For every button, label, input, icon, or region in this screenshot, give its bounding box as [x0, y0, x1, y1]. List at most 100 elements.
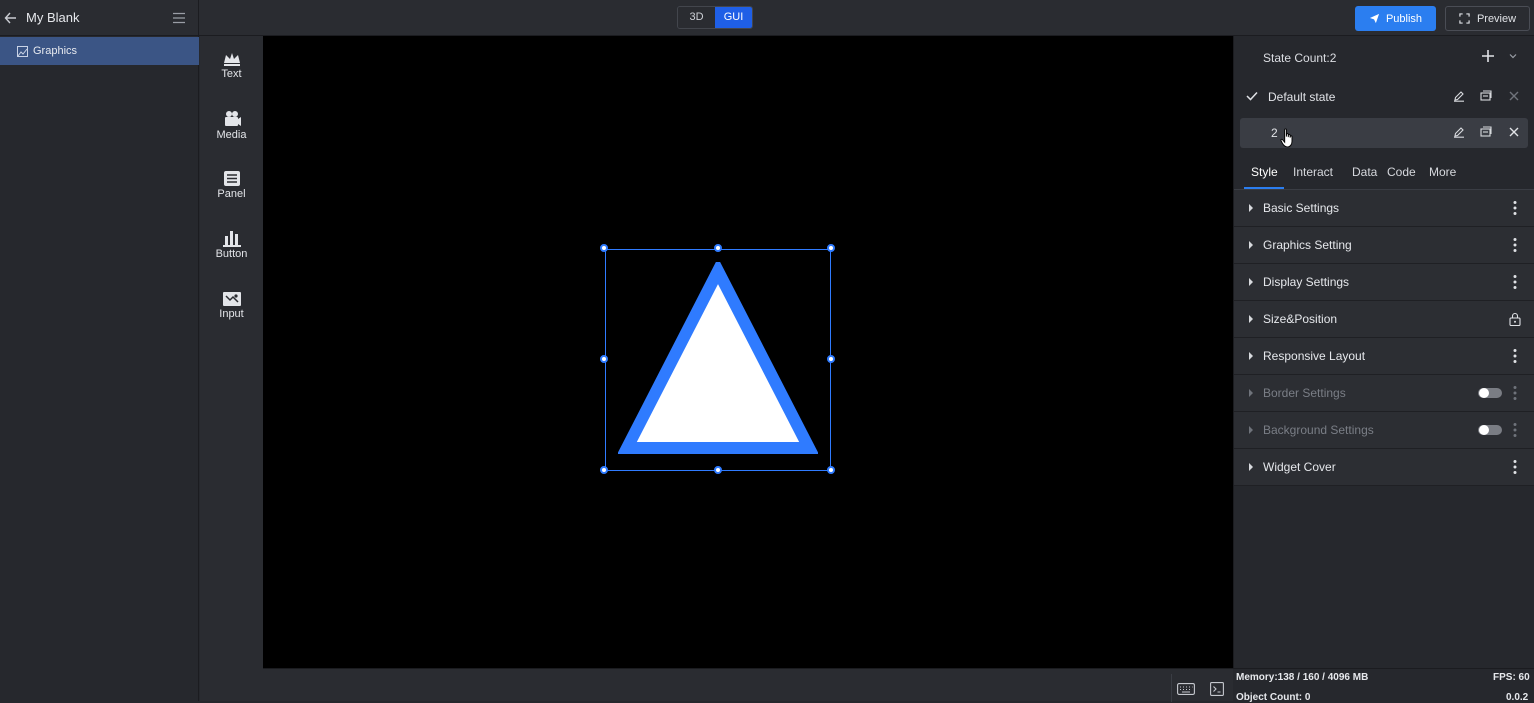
tree-item-label: Graphics — [33, 45, 78, 57]
stats-bar: Memory:138 / 160 / 4096 MB FPS: 60 Objec… — [1233, 668, 1534, 703]
resize-handle-left[interactable] — [600, 355, 608, 363]
tab-data[interactable]: Data — [1352, 165, 1377, 179]
palette-item-panel[interactable]: Panel — [200, 170, 263, 220]
section-label: Border Settings — [1263, 386, 1346, 400]
section-border-settings[interactable]: Border Settings — [1234, 375, 1534, 412]
more-vertical-icon[interactable] — [1513, 422, 1517, 438]
resize-handle-bottom-right[interactable] — [827, 466, 835, 474]
state-name: 2 — [1271, 126, 1278, 140]
resize-handle-bottom-left[interactable] — [600, 466, 608, 474]
caret-right-icon — [1249, 278, 1253, 286]
more-vertical-icon[interactable] — [1513, 459, 1517, 475]
resize-handle-top-left[interactable] — [600, 244, 608, 252]
more-vertical-icon[interactable] — [1513, 385, 1517, 401]
mode-gui-button[interactable]: GUI — [715, 7, 752, 28]
publish-label: Publish — [1385, 12, 1423, 25]
delete-icon[interactable] — [1508, 90, 1520, 102]
palette-label: Input — [219, 308, 244, 320]
tab-style[interactable]: Style — [1251, 165, 1278, 179]
mode-toggle: 3D GUI — [677, 6, 753, 29]
palette-item-text[interactable]: Text — [200, 51, 263, 101]
section-basic-settings[interactable]: Basic Settings — [1234, 190, 1534, 227]
section-label: Size&Position — [1263, 312, 1338, 326]
object-count-readout: Object Count: 0 — [1236, 692, 1311, 703]
more-vertical-icon[interactable] — [1513, 274, 1517, 290]
state-row-2[interactable]: 2 — [1240, 118, 1528, 148]
section-display-settings[interactable]: Display Settings — [1234, 264, 1534, 301]
palette-item-button[interactable]: Button — [200, 230, 263, 280]
design-canvas[interactable] — [263, 36, 1233, 668]
panel-widget-icon — [223, 171, 240, 186]
more-vertical-icon[interactable] — [1513, 237, 1517, 253]
delete-icon[interactable] — [1508, 126, 1520, 138]
property-tabs: Style Interact Data Code More — [1234, 154, 1534, 190]
settings-sections: Basic Settings Graphics Setting Display … — [1234, 190, 1534, 486]
fullscreen-icon — [1459, 13, 1470, 24]
state-row-default[interactable]: Default state — [1240, 82, 1528, 112]
caret-right-icon — [1249, 426, 1253, 434]
app-title: My Blank — [26, 10, 80, 25]
section-label: Graphics Setting — [1263, 238, 1352, 252]
section-responsive-layout[interactable]: Responsive Layout — [1234, 338, 1534, 375]
palette-item-input[interactable]: Input — [200, 290, 263, 340]
section-size-position[interactable]: Size&Position — [1234, 301, 1534, 338]
send-icon — [1369, 13, 1380, 24]
canvas-status-bar — [263, 668, 1233, 702]
triangle-graphic[interactable] — [618, 262, 818, 458]
caret-right-icon — [1249, 204, 1253, 212]
text-widget-icon — [223, 53, 240, 66]
media-widget-icon — [224, 111, 241, 126]
more-vertical-icon[interactable] — [1513, 200, 1517, 216]
back-arrow-icon[interactable] — [4, 10, 18, 26]
add-state-icon[interactable] — [1481, 49, 1495, 63]
memory-readout: Memory:138 / 160 / 4096 MB — [1236, 672, 1369, 683]
background-toggle-switch[interactable] — [1478, 425, 1502, 435]
more-vertical-icon[interactable] — [1513, 348, 1517, 364]
section-label: Basic Settings — [1263, 201, 1340, 215]
lock-icon[interactable] — [1509, 312, 1521, 326]
section-background-settings[interactable]: Background Settings — [1234, 412, 1534, 449]
preview-label: Preview — [1476, 12, 1517, 25]
terminal-icon[interactable] — [1210, 682, 1224, 696]
resize-handle-top[interactable] — [714, 244, 722, 252]
state-name: Default state — [1268, 90, 1336, 104]
version-readout: 0.0.2 — [1506, 692, 1529, 703]
resize-handle-top-right[interactable] — [827, 244, 835, 252]
caret-right-icon — [1249, 389, 1253, 397]
graphics-icon — [17, 45, 28, 57]
property-panel: State Count:2 Default state 2 Style Inte… — [1233, 36, 1534, 668]
divider — [198, 0, 199, 36]
active-tab-indicator — [1244, 187, 1284, 189]
tab-interact[interactable]: Interact — [1293, 165, 1333, 179]
top-bar: My Blank 3D GUI Publish Preview — [0, 0, 1534, 36]
preview-button[interactable]: Preview — [1445, 6, 1530, 31]
section-graphics-setting[interactable]: Graphics Setting — [1234, 227, 1534, 264]
section-widget-cover[interactable]: Widget Cover — [1234, 449, 1534, 486]
keyboard-icon[interactable] — [1177, 683, 1195, 695]
chevron-down-icon[interactable] — [1508, 52, 1518, 60]
hamburger-menu-icon[interactable] — [172, 11, 186, 25]
widget-palette: Text Media Panel Button Input — [200, 36, 263, 701]
state-header: State Count:2 — [1234, 36, 1534, 78]
palette-label: Media — [216, 129, 247, 141]
border-toggle-switch[interactable] — [1478, 388, 1502, 398]
layer-tree: Graphics — [0, 36, 199, 701]
edit-icon[interactable] — [1453, 90, 1465, 102]
tab-more[interactable]: More — [1429, 165, 1456, 179]
button-widget-icon — [222, 231, 241, 247]
palette-label: Text — [221, 68, 242, 80]
tree-item-graphics[interactable]: Graphics — [0, 37, 199, 65]
duplicate-icon[interactable] — [1480, 90, 1492, 102]
state-count: State Count:2 — [1263, 51, 1337, 65]
resize-handle-bottom[interactable] — [714, 466, 722, 474]
divider — [1171, 674, 1172, 702]
duplicate-icon[interactable] — [1480, 126, 1492, 138]
publish-button[interactable]: Publish — [1355, 6, 1436, 31]
mode-3d-button[interactable]: 3D — [678, 7, 715, 28]
resize-handle-right[interactable] — [827, 355, 835, 363]
edit-icon[interactable] — [1453, 126, 1465, 138]
palette-label: Button — [215, 248, 248, 260]
tab-code[interactable]: Code — [1387, 165, 1416, 179]
palette-item-media[interactable]: Media — [200, 110, 263, 160]
section-label: Widget Cover — [1263, 460, 1336, 474]
